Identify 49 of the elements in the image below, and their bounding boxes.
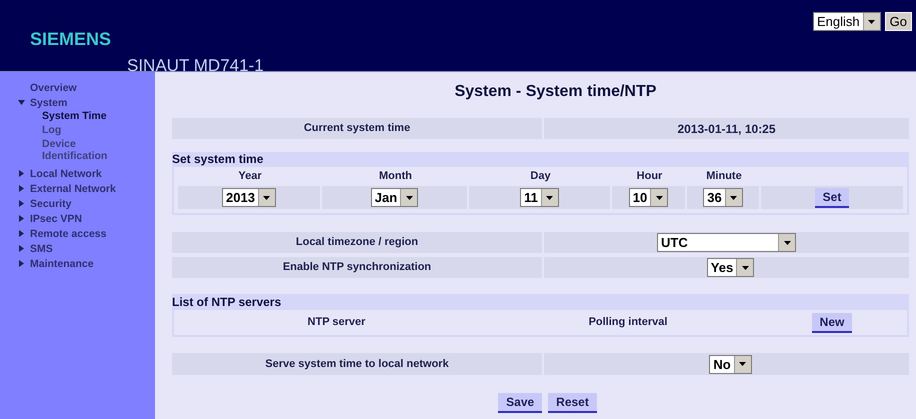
- go-button[interactable]: Go: [884, 12, 912, 31]
- collapsed-triangle-icon: [18, 185, 25, 192]
- nav-item[interactable]: External Network: [0, 181, 155, 196]
- nav-item[interactable]: Maintenance: [0, 256, 155, 271]
- nav-item[interactable]: Remote access: [0, 226, 155, 241]
- select-field[interactable]: UTC: [657, 233, 796, 252]
- table-cell: Local timezone / region: [172, 232, 542, 253]
- reset-button[interactable]: Reset: [548, 393, 597, 413]
- select-field[interactable]: Jan: [370, 188, 418, 207]
- table-cell: Serve system time to local network: [172, 353, 542, 375]
- column-label: Minute: [705, 168, 743, 184]
- nav-item[interactable]: System: [0, 95, 155, 110]
- select-field[interactable]: 11: [520, 188, 559, 207]
- nav-subitem[interactable]: System Time: [42, 110, 122, 122]
- select-field[interactable]: 2013: [222, 188, 276, 207]
- nav-item[interactable]: Overview: [0, 80, 155, 95]
- table-cell: Current system time: [172, 118, 542, 139]
- select-field[interactable]: 36: [703, 188, 743, 207]
- column-label: Year: [237, 168, 263, 184]
- nav-item[interactable]: SMS: [0, 241, 155, 256]
- save-button[interactable]: Save: [498, 393, 542, 413]
- select-field[interactable]: English: [813, 12, 881, 31]
- collapsed-triangle-icon: [18, 200, 25, 207]
- expanded-triangle-icon: [18, 99, 25, 106]
- select-field[interactable]: No: [709, 354, 752, 374]
- table-cell: 2013-01-11, 10:25: [544, 118, 909, 139]
- nav-item[interactable]: IPsec VPN: [0, 211, 155, 226]
- set-button[interactable]: Set: [814, 188, 850, 208]
- select-field[interactable]: Yes: [706, 258, 754, 277]
- page-title: System - System time/NTP: [454, 82, 658, 102]
- collapsed-triangle-icon: [18, 170, 25, 177]
- column-label: Day: [529, 168, 552, 184]
- column-header: Polling interval: [588, 315, 668, 330]
- section-heading: List of NTP servers: [172, 294, 909, 310]
- new-button[interactable]: New: [812, 312, 852, 332]
- nav-item[interactable]: Local Network: [0, 166, 155, 181]
- nav-item[interactable]: Security: [0, 196, 155, 211]
- collapsed-triangle-icon: [18, 230, 25, 237]
- column-label: Hour: [636, 168, 664, 184]
- collapsed-triangle-icon: [18, 260, 25, 267]
- section-heading: Set system time: [172, 152, 909, 167]
- collapsed-triangle-icon: [18, 245, 25, 252]
- product-name: SINAUT MD741-1: [127, 55, 264, 77]
- select-field[interactable]: 10: [628, 188, 668, 207]
- column-label: Month: [378, 168, 413, 184]
- collapsed-triangle-icon: [18, 215, 25, 222]
- column-header: NTP server: [306, 315, 366, 330]
- table-cell: Enable NTP synchronization: [172, 257, 542, 278]
- logo: SIEMENS: [30, 30, 112, 48]
